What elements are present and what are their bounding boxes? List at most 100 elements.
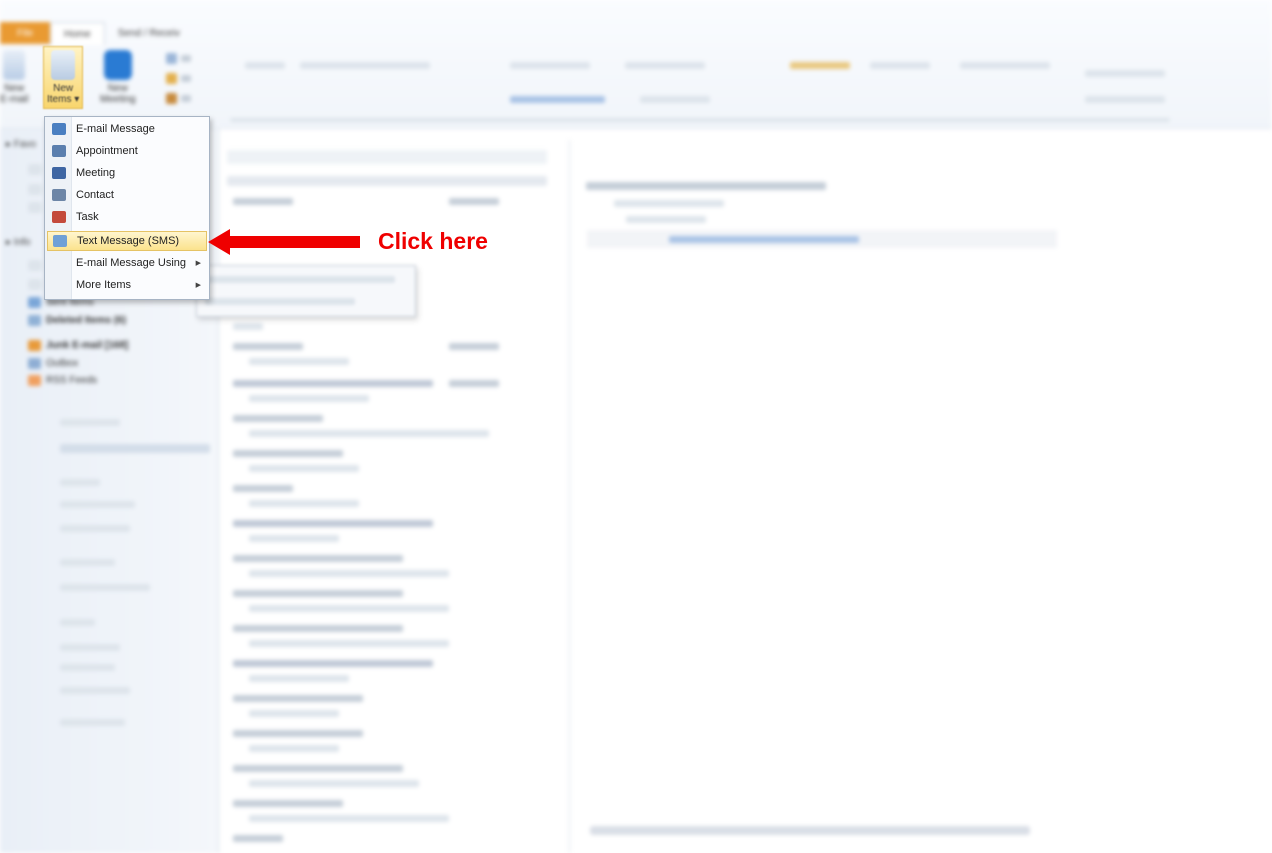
menu-item-contact[interactable]: Contact — [47, 185, 207, 205]
folder-rss-feeds[interactable]: RSS Feeds — [28, 375, 97, 386]
menu-item-spacer — [52, 279, 66, 291]
message-row[interactable] — [233, 485, 293, 492]
menu-item-appointment[interactable]: Appointment — [47, 141, 207, 161]
message-row[interactable] — [233, 695, 363, 702]
message-row[interactable] — [233, 555, 403, 562]
junk-email-icon — [28, 340, 41, 351]
submenu-email-using — [196, 265, 416, 317]
sent-items-icon — [28, 297, 41, 308]
message-row-preview — [249, 640, 449, 647]
new-items-label-1: New — [53, 83, 74, 94]
menu-item-label: Contact — [76, 189, 114, 201]
mailbox-header[interactable]: ▸ Info — [6, 237, 30, 248]
nav-placeholder — [60, 619, 95, 626]
message-row-preview — [249, 500, 359, 507]
ribbon-group-placeholder — [510, 96, 605, 103]
folder-label: Outbox — [46, 358, 79, 369]
menu-item-label: Meeting — [76, 167, 116, 179]
message-row[interactable] — [233, 625, 403, 632]
rss-feeds-icon — [28, 375, 41, 386]
message-row[interactable] — [233, 415, 323, 422]
search-box[interactable] — [227, 150, 547, 164]
message-row[interactable] — [233, 343, 303, 350]
message-row-date — [449, 198, 499, 205]
ribbon-group-placeholder — [625, 62, 705, 69]
menu-item-spacer — [52, 257, 66, 269]
ribbon-group-placeholder — [870, 62, 930, 69]
folder-deleted-items[interactable]: Deleted Items (6) — [28, 315, 126, 326]
reading-pane-status — [590, 826, 1030, 835]
tab-home[interactable]: Home — [50, 22, 105, 45]
new-email-label-1: New — [4, 83, 25, 94]
new-email-button[interactable]: New E-mail — [0, 50, 28, 105]
submenu-arrow-icon: ▶ — [195, 282, 201, 289]
new-meeting-button[interactable]: New Meeting — [100, 50, 136, 105]
nav-placeholder — [60, 525, 130, 532]
deleted-items-icon — [28, 315, 41, 326]
attachment-link[interactable] — [669, 236, 859, 243]
new-meeting-label-2: Meeting — [100, 94, 136, 105]
menu-item-task[interactable]: Task — [47, 207, 207, 227]
menu-item-email-message[interactable]: E-mail Message — [47, 119, 207, 139]
folder-icon — [28, 184, 42, 195]
message-row-preview — [249, 570, 449, 577]
tab-file[interactable]: File — [0, 22, 50, 44]
reading-header-line — [586, 182, 826, 190]
submenu-item[interactable] — [205, 276, 395, 283]
message-row[interactable] — [233, 765, 403, 772]
folder-junk-email[interactable]: Junk E-mail [168] — [28, 340, 128, 351]
menu-item-label: E-mail Message — [76, 123, 155, 135]
menu-item-more-items[interactable]: More Items ▶ — [47, 275, 207, 295]
message-row[interactable] — [233, 730, 363, 737]
ribbon-group-placeholder — [510, 62, 590, 69]
message-row-preview — [249, 815, 449, 822]
message-row-preview — [249, 430, 489, 437]
nav-placeholder — [60, 419, 120, 426]
folder-icon — [28, 279, 42, 290]
nav-placeholder — [60, 644, 120, 651]
ribbon-small-item-1[interactable] — [166, 53, 191, 64]
new-items-menu: E-mail Message Appointment Meeting Conta… — [44, 116, 210, 300]
ribbon-group-placeholder — [1085, 96, 1165, 103]
ribbon-group-labels — [230, 118, 1170, 122]
new-items-button[interactable]: New Items ▾ — [43, 46, 84, 109]
sms-icon — [53, 235, 67, 247]
folder-outbox[interactable]: Outbox — [28, 358, 78, 369]
submenu-item[interactable] — [205, 298, 355, 305]
message-row[interactable] — [233, 660, 433, 667]
menu-item-label: E-mail Message Using — [76, 257, 187, 269]
message-row[interactable] — [233, 380, 433, 387]
task-icon — [52, 211, 66, 223]
message-row-preview — [249, 675, 349, 682]
ribbon-small-item-2[interactable] — [166, 73, 191, 84]
annotation-arrow — [208, 229, 360, 255]
favorites-header[interactable]: ▸ Favo — [6, 139, 36, 150]
ribbon-small-item-3[interactable] — [166, 93, 191, 104]
menu-item-text-message-sms[interactable]: Text Message (SMS) — [47, 231, 207, 251]
message-row[interactable] — [233, 835, 283, 842]
nav-placeholder — [60, 444, 210, 453]
new-meeting-icon — [103, 50, 132, 80]
message-row-preview — [249, 358, 349, 365]
message-row-preview — [249, 745, 339, 752]
menu-item-label: Text Message (SMS) — [77, 235, 180, 247]
menu-item-email-message-using[interactable]: E-mail Message Using ▶ — [47, 253, 207, 273]
folder-icon — [28, 260, 42, 271]
nav-placeholder — [60, 501, 135, 508]
menu-item-label: Appointment — [76, 145, 138, 157]
message-row-preview — [249, 395, 369, 402]
ribbon-group-placeholder — [640, 96, 710, 103]
message-row-preview — [249, 535, 339, 542]
nav-placeholder — [60, 719, 125, 726]
message-row[interactable] — [233, 450, 343, 457]
message-row[interactable] — [233, 800, 343, 807]
nav-placeholder — [60, 664, 115, 671]
message-row[interactable] — [233, 198, 293, 205]
tab-send-receive[interactable]: Send / Receiv — [105, 22, 193, 44]
nav-placeholder — [60, 687, 130, 694]
message-row[interactable] — [233, 520, 433, 527]
email-message-icon — [52, 123, 66, 135]
menu-item-meeting[interactable]: Meeting — [47, 163, 207, 183]
message-row[interactable] — [233, 590, 403, 597]
submenu-arrow-icon: ▶ — [195, 260, 201, 267]
